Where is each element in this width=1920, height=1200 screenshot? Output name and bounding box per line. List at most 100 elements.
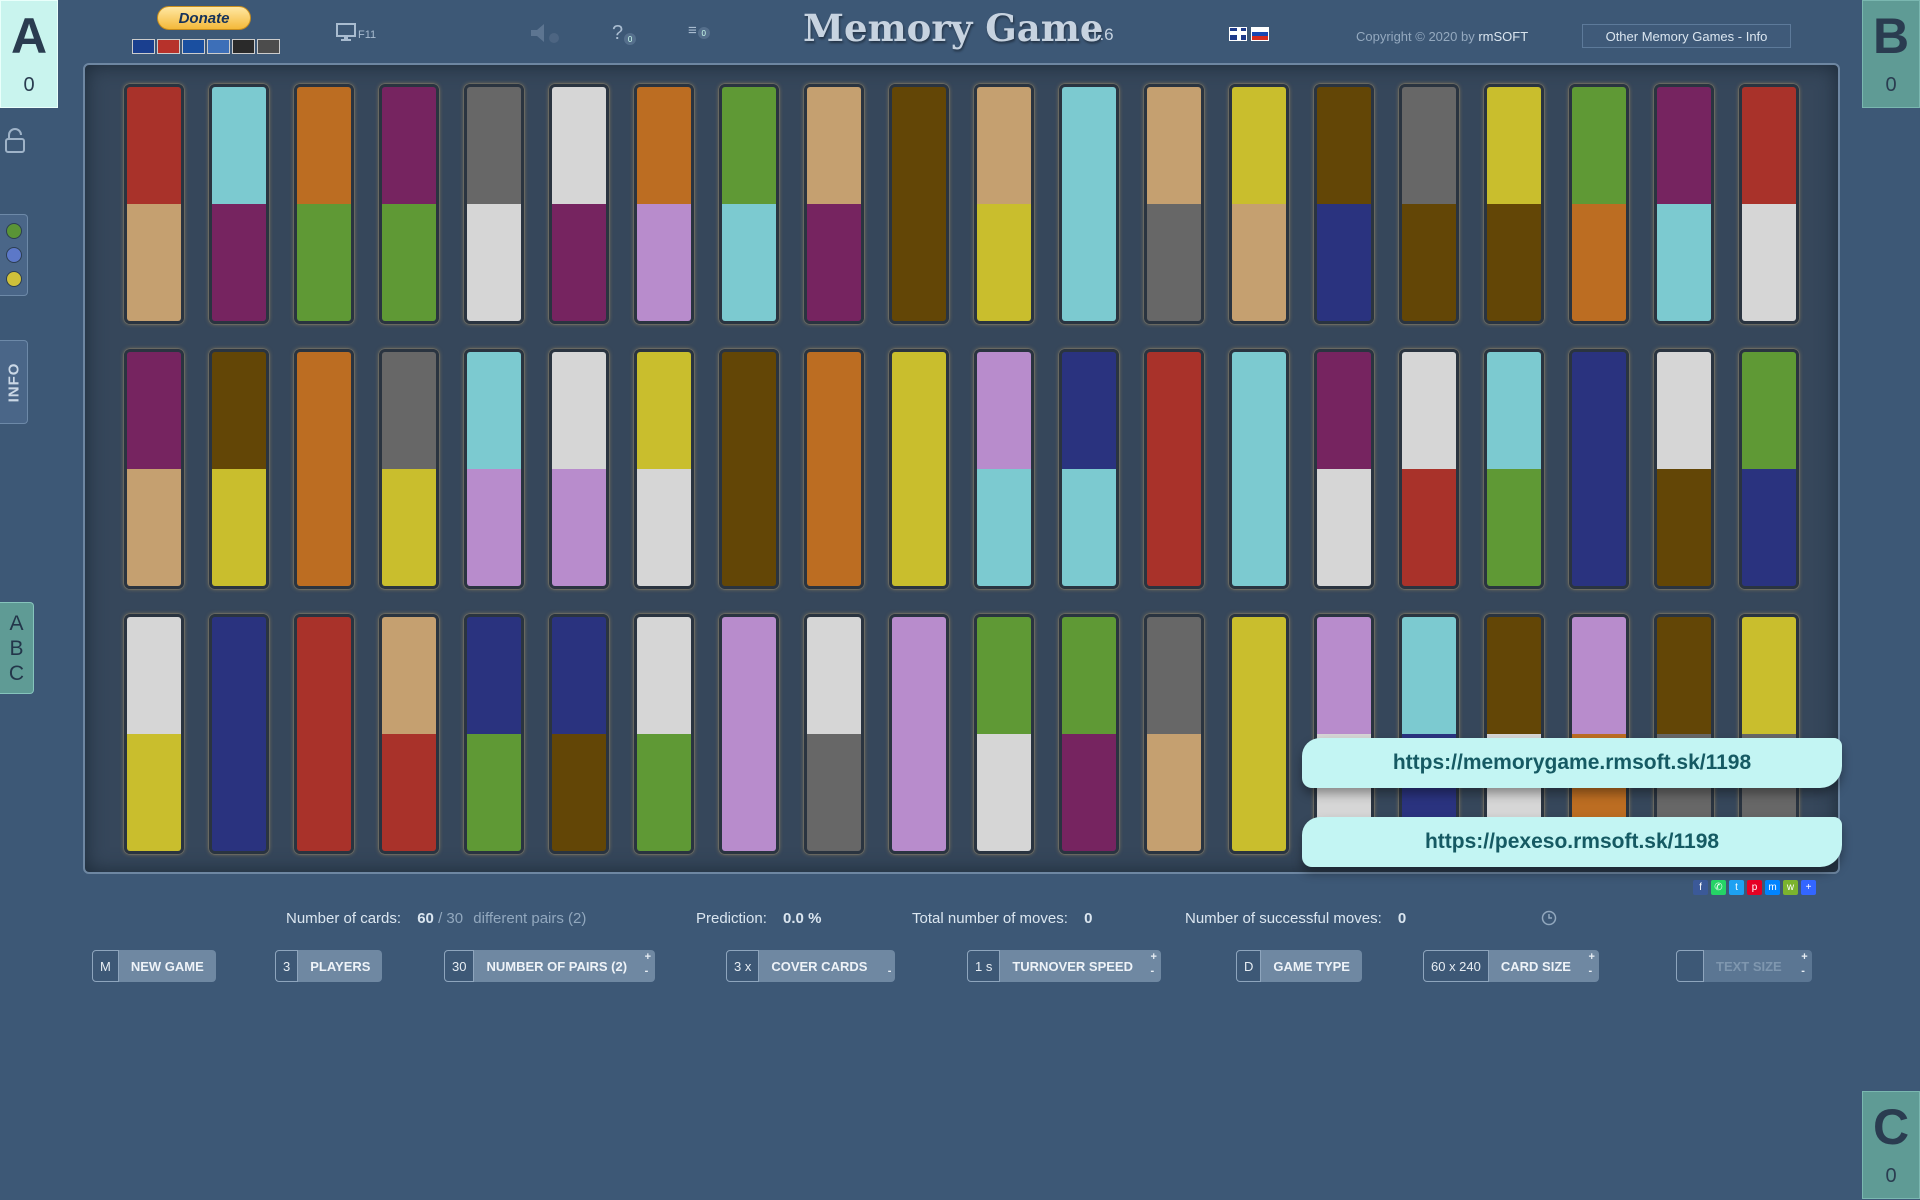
color-theme-switch[interactable] [0, 214, 28, 296]
wechat-icon[interactable]: w [1783, 880, 1798, 895]
memory-card[interactable] [549, 84, 609, 324]
messenger-icon[interactable]: m [1765, 880, 1780, 895]
card-icon [207, 39, 230, 54]
memory-card[interactable] [209, 84, 269, 324]
memory-card[interactable] [1739, 84, 1799, 324]
twitter-icon[interactable]: t [1729, 880, 1744, 895]
clock-icon[interactable] [1541, 910, 1557, 930]
game-url-banner[interactable]: https://memorygame.rmsoft.sk/1198 [1302, 738, 1842, 788]
card-top-half [637, 352, 691, 469]
turnover-speed-button[interactable]: 1 s TURNOVER SPEED + - [967, 950, 1161, 982]
memory-card[interactable] [634, 349, 694, 589]
memory-card[interactable] [1059, 84, 1119, 324]
memory-card[interactable] [124, 614, 184, 854]
player-score: 0 [1885, 1165, 1897, 1187]
game-type-button[interactable]: D GAME TYPE [1236, 950, 1362, 982]
memory-card[interactable] [294, 84, 354, 324]
color-dot-green[interactable] [5, 223, 22, 239]
memory-card[interactable] [464, 614, 524, 854]
memory-card[interactable] [804, 614, 864, 854]
english-flag-icon[interactable] [1229, 27, 1247, 41]
memory-card[interactable] [1229, 614, 1289, 854]
memory-card[interactable] [294, 614, 354, 854]
memory-card[interactable] [889, 84, 949, 324]
card-bottom-half [467, 734, 521, 851]
memory-card[interactable] [1569, 349, 1629, 589]
memory-card[interactable] [719, 614, 779, 854]
memory-card[interactable] [804, 84, 864, 324]
more-share-icon[interactable]: + [1801, 880, 1816, 895]
copyright-brand[interactable]: rmSOFT [1478, 29, 1528, 44]
pexeso-url-banner[interactable]: https://pexeso.rmsoft.sk/1198 [1302, 817, 1842, 867]
card-top-half [1147, 352, 1201, 469]
memory-card[interactable] [1144, 614, 1204, 854]
cover-cards-button[interactable]: 3 x COVER CARDS - [726, 950, 896, 982]
memory-card[interactable] [1059, 349, 1119, 589]
memory-card[interactable] [1144, 349, 1204, 589]
card-bottom-half [1487, 204, 1541, 321]
memory-card[interactable] [1654, 349, 1714, 589]
memory-card[interactable] [1314, 349, 1374, 589]
help-button[interactable]: ? 0 [612, 22, 637, 45]
cover-cards-stepper[interactable]: - [888, 950, 892, 978]
memory-card[interactable] [124, 349, 184, 589]
color-dot-yellow[interactable] [5, 271, 22, 287]
memory-card[interactable] [1654, 84, 1714, 324]
memory-card[interactable] [464, 349, 524, 589]
memory-card[interactable] [379, 614, 439, 854]
memory-card[interactable] [1399, 84, 1459, 324]
memory-card[interactable] [1144, 84, 1204, 324]
memory-card[interactable] [124, 84, 184, 324]
memory-card[interactable] [379, 84, 439, 324]
info-tab[interactable]: INFO [0, 340, 28, 424]
memory-card[interactable] [209, 349, 269, 589]
pinterest-icon[interactable]: p [1747, 880, 1762, 895]
memory-card[interactable] [719, 349, 779, 589]
memory-card[interactable] [549, 614, 609, 854]
memory-card[interactable] [889, 614, 949, 854]
facebook-icon[interactable]: f [1693, 880, 1708, 895]
memory-card[interactable] [974, 84, 1034, 324]
card-size-stepper[interactable]: + - [1589, 950, 1595, 978]
memory-card[interactable] [804, 349, 864, 589]
memory-card[interactable] [634, 84, 694, 324]
memory-card[interactable] [974, 614, 1034, 854]
memory-card[interactable] [1399, 349, 1459, 589]
card-size-button[interactable]: 60 x 240 CARD SIZE + - [1423, 950, 1599, 982]
players-button[interactable]: 3 PLAYERS [275, 950, 383, 982]
memory-card[interactable] [1229, 349, 1289, 589]
memory-card[interactable] [549, 349, 609, 589]
memory-card[interactable] [889, 349, 949, 589]
sound-button[interactable] [527, 22, 561, 44]
slovak-flag-icon[interactable] [1251, 27, 1269, 41]
abc-tab[interactable]: A B C [0, 602, 34, 694]
pairs-button[interactable]: 30 NUMBER OF PAIRS (2) + - [444, 950, 656, 982]
memory-card[interactable] [209, 614, 269, 854]
memory-card[interactable] [1569, 84, 1629, 324]
card-top-half [467, 617, 521, 734]
card-top-half [212, 87, 266, 204]
memory-card[interactable] [1314, 84, 1374, 324]
memory-card[interactable] [464, 84, 524, 324]
turnover-speed-stepper[interactable]: + - [1151, 950, 1157, 978]
memory-card[interactable] [1229, 84, 1289, 324]
memory-card[interactable] [634, 614, 694, 854]
donate-button[interactable]: Donate [157, 6, 251, 30]
memory-card[interactable] [1484, 349, 1544, 589]
memory-card[interactable] [719, 84, 779, 324]
game-board: https://memorygame.rmsoft.sk/1198 https:… [83, 63, 1842, 874]
memory-card[interactable] [1059, 614, 1119, 854]
menu-button[interactable]: ≡ 0 [688, 22, 710, 39]
other-games-button[interactable]: Other Memory Games - Info [1582, 24, 1791, 48]
whatsapp-icon[interactable]: ✆ [1711, 880, 1726, 895]
memory-card[interactable] [974, 349, 1034, 589]
pairs-stepper[interactable]: + - [645, 950, 651, 978]
memory-card[interactable] [1484, 84, 1544, 324]
color-dot-blue[interactable] [5, 247, 22, 263]
memory-card[interactable] [1739, 349, 1799, 589]
memory-card[interactable] [379, 349, 439, 589]
fullscreen-button[interactable]: F11 [336, 23, 376, 41]
memory-card[interactable] [294, 349, 354, 589]
new-game-button[interactable]: M NEW GAME [92, 950, 216, 982]
lock-icon[interactable] [5, 128, 25, 154]
